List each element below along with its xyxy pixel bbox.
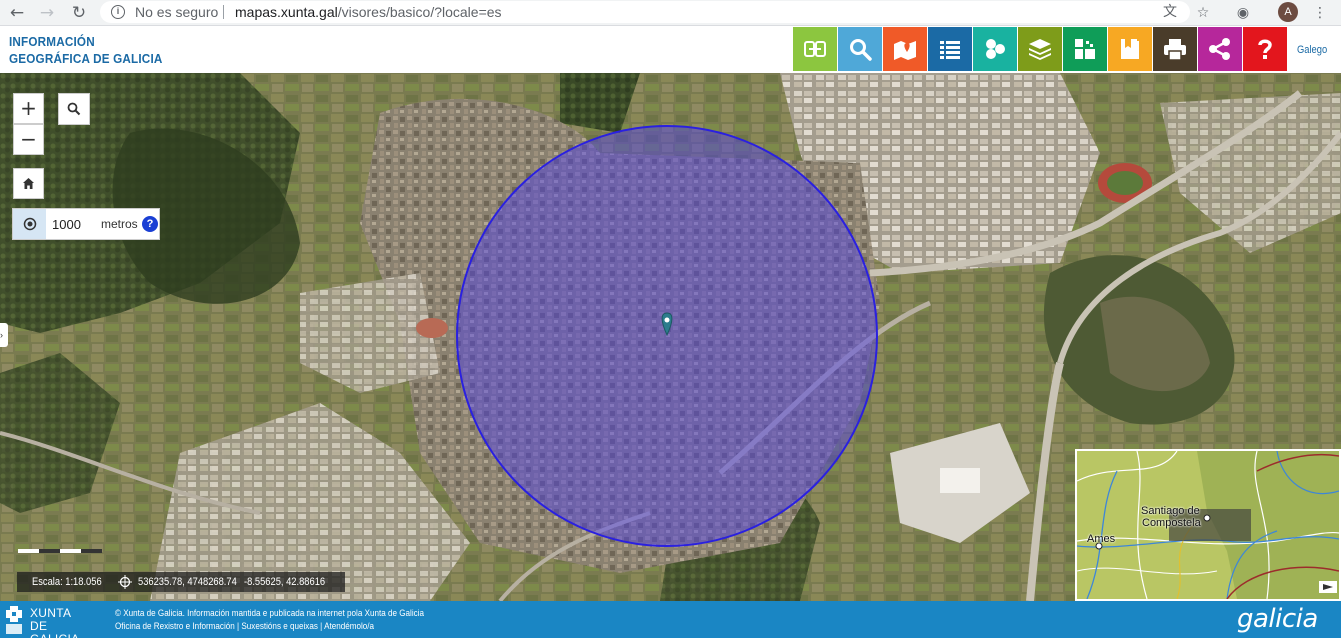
help-tool-button[interactable] <box>1243 27 1287 71</box>
url-text[interactable]: mapas.xunta.gal/visores/basico/?locale=e… <box>235 4 502 20</box>
layers-icon <box>1029 39 1051 60</box>
radius-help-icon[interactable]: ? <box>142 216 158 232</box>
xunta-line-2: DE GALICIA <box>30 619 79 638</box>
scale-label: Escala: 1:18.056 <box>32 576 102 588</box>
app-header: INFORMACIÓN GEOGRÁFICA DE GALICIA Galego <box>0 26 1341 73</box>
list-icon <box>940 41 960 59</box>
site-footer: XUNTA DE GALICIA © Xunta de Galicia. Inf… <box>0 601 1341 638</box>
security-label[interactable]: No es seguro <box>135 4 218 20</box>
coordinates-icon <box>804 41 826 57</box>
map-marker-icon <box>894 41 916 60</box>
book-icon <box>1121 39 1139 59</box>
overview-city-label: Santiago de Compostela <box>1141 505 1201 529</box>
xunta-logo[interactable]: XUNTA DE GALICIA <box>4 604 100 638</box>
print-tool-button[interactable] <box>1153 27 1197 71</box>
info-icon[interactable]: i <box>111 5 125 19</box>
coordinates-tool-button[interactable] <box>793 27 837 71</box>
galicia-brand-logo[interactable]: galicia <box>1237 604 1318 634</box>
overview-city-label-line1: Santiago de <box>1141 505 1200 517</box>
footer-links: Oficina de Rexistro e Información | Suxe… <box>115 621 375 631</box>
office-link[interactable]: Oficina de Rexistro e Información <box>115 621 235 631</box>
xunta-wordmark: XUNTA DE GALICIA <box>30 607 100 638</box>
xunta-emblem-icon <box>6 606 22 634</box>
brand-line-2: GEOGRÁFICA DE GALICIA <box>9 51 163 66</box>
reload-icon[interactable]: ↻ <box>68 2 90 24</box>
zoom-out-button[interactable]: − <box>13 124 44 155</box>
circles-icon <box>986 39 1005 59</box>
utm-coordinates: 536235.78, 4748268.74 <box>138 576 237 588</box>
url-path: /visores/basico/?locale=es <box>337 4 502 20</box>
zoom-box-button[interactable] <box>58 93 90 125</box>
place-search-tool-button[interactable] <box>883 27 927 71</box>
radius-control: metros ? <box>12 208 160 240</box>
radius-toggle-button[interactable] <box>13 209 46 239</box>
address-bar[interactable]: i No es seguro mapas.xunta.gal/visores/b… <box>100 1 1190 23</box>
print-icon <box>1164 39 1186 61</box>
geo-coordinates: -8.55625, 42.88616 <box>244 576 326 588</box>
question-icon <box>1258 39 1272 59</box>
overview-city-label-line2: Compostela <box>1142 517 1201 529</box>
layers-catalog-tool-button[interactable] <box>973 27 1017 71</box>
search-icon <box>850 39 872 61</box>
radius-unit-label: metros <box>101 217 138 231</box>
suggestions-link[interactable]: Suxestións e queixas <box>241 621 318 631</box>
chevron-right-icon: › <box>0 330 3 340</box>
home-icon <box>23 178 34 189</box>
attention-link[interactable]: Atendémolo/a <box>324 621 374 631</box>
share-tool-button[interactable] <box>1198 27 1242 71</box>
layers-tool-button[interactable] <box>1018 27 1062 71</box>
overview-map[interactable]: Santiago de Compostela Ames <box>1075 449 1341 601</box>
address-separator <box>223 5 224 19</box>
overview-map-image <box>1077 451 1339 599</box>
basemap-tool-button[interactable] <box>1063 27 1107 71</box>
scale-bar <box>18 549 102 553</box>
home-button[interactable] <box>13 168 44 199</box>
radius-input[interactable] <box>48 213 98 235</box>
basemap-icon <box>1075 39 1095 59</box>
profile-avatar[interactable]: A <box>1278 2 1298 22</box>
forward-icon[interactable]: → <box>36 2 58 24</box>
translate-icon[interactable]: 文 <box>1160 2 1180 22</box>
site-logo[interactable]: INFORMACIÓN GEOGRÁFICA DE GALICIA <box>9 33 163 67</box>
side-panel-toggle[interactable]: › <box>0 323 8 347</box>
back-icon[interactable]: ← <box>6 2 28 24</box>
url-host: mapas.xunta.gal <box>235 4 338 20</box>
copyright-text: © Xunta de Galicia. Información mantida … <box>115 608 425 618</box>
bookmark-star-icon[interactable]: ☆ <box>1193 3 1213 23</box>
legend-tool-button[interactable] <box>928 27 972 71</box>
map-viewport[interactable]: + − metros ? › Escala: 1:18.056 536235.7… <box>0 73 1341 601</box>
overview-town-label: Ames <box>1087 533 1116 545</box>
browser-menu-icon[interactable]: ⋮ <box>1310 3 1330 23</box>
bookmarks-tool-button[interactable] <box>1108 27 1152 71</box>
brand-line-1: INFORMACIÓN <box>9 34 95 49</box>
language-link[interactable]: Galego <box>1297 44 1327 56</box>
magnifier-icon <box>67 102 81 116</box>
share-icon <box>1209 38 1230 60</box>
extension-icon[interactable]: ◉ <box>1233 3 1253 23</box>
scale-coordinates-bar: Escala: 1:18.056 536235.78, 4748268.74 -… <box>17 572 346 592</box>
browser-toolbar: ← → ↻ i No es seguro mapas.xunta.gal/vis… <box>0 0 1341 26</box>
search-tool-button[interactable] <box>838 27 882 71</box>
target-icon <box>23 217 36 231</box>
zoom-in-button[interactable]: + <box>13 93 44 124</box>
crosshair-icon[interactable] <box>118 575 132 589</box>
